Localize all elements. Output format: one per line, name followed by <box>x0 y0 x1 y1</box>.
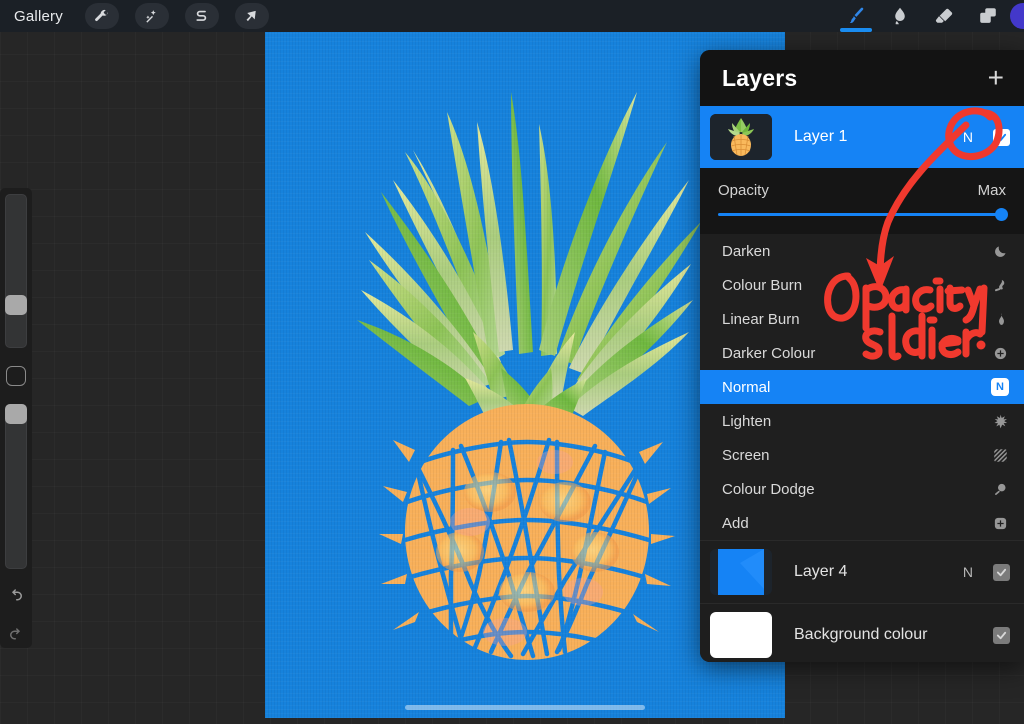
hatched-square-icon <box>990 445 1010 465</box>
flame-icon <box>990 309 1010 329</box>
opacity-value: Max <box>978 182 1006 199</box>
modify-button[interactable] <box>6 366 26 386</box>
redo-button[interactable] <box>3 623 29 648</box>
colour-burn-icon <box>990 275 1010 295</box>
magic-wand-icon[interactable] <box>135 3 169 29</box>
layer-visibility-checkbox[interactable] <box>993 129 1010 146</box>
n-badge-glyph: N <box>991 378 1009 396</box>
transform-arrow-icon[interactable] <box>235 3 269 29</box>
opacity-slider-knob[interactable] <box>995 208 1008 221</box>
layer-visibility-checkbox[interactable] <box>993 627 1010 644</box>
smudge-icon[interactable] <box>878 1 922 31</box>
layer-row[interactable]: Layer 4 N <box>700 541 1024 603</box>
undo-button[interactable] <box>3 583 29 608</box>
blend-mode-label: Lighten <box>722 413 771 430</box>
plus-circle-icon <box>990 343 1010 363</box>
blend-mode-item[interactable]: Colour Burn <box>700 268 1024 302</box>
wrench-icon[interactable] <box>85 3 119 29</box>
blend-mode-item[interactable]: Lighten <box>700 404 1024 438</box>
layers-panel: Layers + <box>700 50 1024 662</box>
layer-row[interactable]: Layer 1 N <box>700 106 1024 168</box>
layer-blend-badge[interactable]: N <box>963 564 973 580</box>
blend-mode-label: Darker Colour <box>722 345 815 362</box>
brush-size-knob[interactable] <box>5 295 27 315</box>
starburst-icon <box>990 411 1010 431</box>
selection-s-icon[interactable] <box>185 3 219 29</box>
blend-mode-label: Normal <box>722 379 770 396</box>
plus-circle-icon <box>990 513 1010 533</box>
layer-meta: N <box>963 129 1010 146</box>
layers-panel-header: Layers + <box>700 50 1024 106</box>
layer-name: Background colour <box>794 626 927 644</box>
home-indicator <box>405 705 645 710</box>
toolbar-left-group: Gallery <box>0 3 277 29</box>
layer-visibility-checkbox[interactable] <box>993 564 1010 581</box>
blend-mode-item[interactable]: Darken <box>700 234 1024 268</box>
top-toolbar: Gallery <box>0 0 1024 32</box>
blend-mode-label: Add <box>722 515 749 532</box>
blend-mode-item[interactable]: Linear Burn <box>700 302 1024 336</box>
n-badge-icon: N <box>990 377 1010 397</box>
left-sidebar <box>0 188 32 648</box>
opacity-label: Opacity <box>718 182 769 199</box>
brush-opacity-slider[interactable] <box>5 404 27 570</box>
layer-name: Layer 4 <box>794 563 847 581</box>
blend-mode-item[interactable]: Darker Colour <box>700 336 1024 370</box>
layer-blend-badge[interactable]: N <box>963 129 973 145</box>
blend-mode-label: Linear Burn <box>722 311 800 328</box>
opacity-slider-track[interactable] <box>718 213 1006 216</box>
procreate-screen: Gallery <box>0 0 1024 724</box>
eraser-icon[interactable] <box>922 1 966 31</box>
blend-mode-label: Colour Burn <box>722 277 802 294</box>
blend-mode-label: Colour Dodge <box>722 481 815 498</box>
colour-swatch-button[interactable] <box>1010 3 1024 29</box>
blend-mode-label: Screen <box>722 447 770 464</box>
layer-thumbnail <box>710 114 772 160</box>
toolbar-right-group <box>834 1 1024 31</box>
add-layer-button[interactable]: + <box>988 64 1004 92</box>
background-colour-thumbnail <box>710 612 772 658</box>
blend-mode-label: Darken <box>722 243 770 260</box>
blend-mode-item[interactable]: Colour Dodge <box>700 472 1024 506</box>
layer-name: Layer 1 <box>794 128 847 146</box>
layer-row[interactable]: Background colour <box>700 604 1024 662</box>
blend-mode-item[interactable]: Add <box>700 506 1024 540</box>
brush-opacity-knob[interactable] <box>5 404 27 424</box>
layers-icon[interactable] <box>966 1 1010 31</box>
blend-mode-item-selected[interactable]: Normal N <box>700 370 1024 404</box>
opacity-labels: Opacity Max <box>718 182 1006 199</box>
moon-icon <box>990 241 1010 261</box>
layer-meta <box>993 627 1010 644</box>
layer-thumbnail <box>710 549 772 595</box>
blend-mode-item[interactable]: Screen <box>700 438 1024 472</box>
panel-title: Layers <box>722 65 797 92</box>
layer-meta: N <box>963 564 1010 581</box>
paintbrush-icon[interactable] <box>834 1 878 31</box>
opacity-control: Opacity Max <box>700 168 1024 234</box>
gallery-button[interactable]: Gallery <box>10 8 77 25</box>
magnifier-icon <box>990 479 1010 499</box>
blend-mode-list: Darken Colour Burn Linear Burn <box>700 234 1024 540</box>
brush-size-slider[interactable] <box>5 194 27 348</box>
